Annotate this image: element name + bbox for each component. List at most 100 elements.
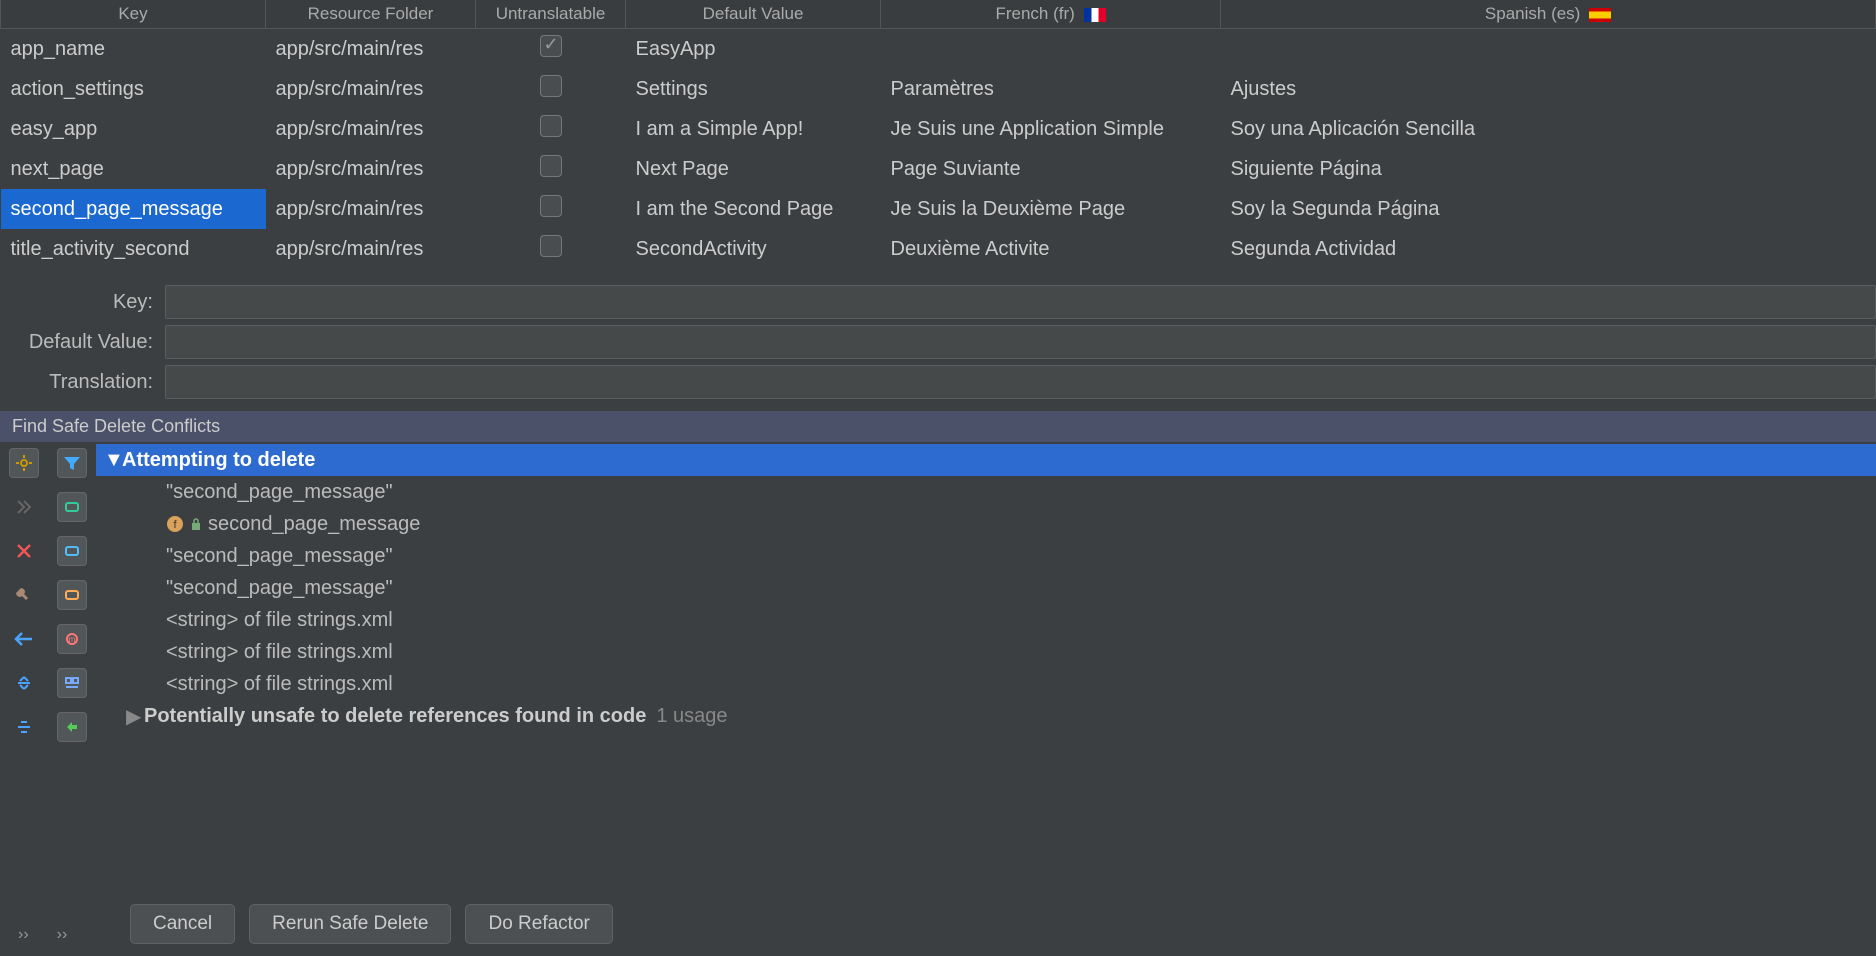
cell-key[interactable]: app_name xyxy=(1,29,266,70)
translation-label: Translation: xyxy=(0,371,165,394)
group-circle-icon[interactable] xyxy=(57,536,87,566)
cell-resource[interactable]: app/src/main/res xyxy=(266,69,476,109)
key-input[interactable] xyxy=(165,285,1876,319)
checkbox-icon[interactable] xyxy=(540,35,562,57)
cell-french[interactable]: Je Suis la Deuxième Page xyxy=(881,189,1221,229)
cell-key[interactable]: action_settings xyxy=(1,69,266,109)
expand-arrow-icon[interactable]: ▼ xyxy=(104,449,122,472)
cell-untranslatable[interactable] xyxy=(476,149,626,189)
cell-key[interactable]: next_page xyxy=(1,149,266,189)
tool-column-2: m xyxy=(48,442,96,894)
tree-item[interactable]: "second_page_message" xyxy=(96,540,1876,572)
group-box-icon[interactable] xyxy=(57,580,87,610)
tree-item[interactable]: "second_page_message" xyxy=(96,476,1876,508)
back-icon[interactable] xyxy=(9,624,39,654)
checkbox-icon[interactable] xyxy=(540,235,562,257)
header-french[interactable]: French (fr) xyxy=(881,0,1221,29)
svg-text:m: m xyxy=(69,635,76,644)
pin-icon[interactable] xyxy=(9,580,39,610)
tree-item[interactable]: <string> of file strings.xml xyxy=(96,604,1876,636)
close-icon[interactable] xyxy=(9,536,39,566)
table-row[interactable]: app_nameapp/src/main/res EasyApp xyxy=(1,29,1876,70)
cell-untranslatable[interactable] xyxy=(476,29,626,70)
cell-key[interactable]: second_page_message xyxy=(1,189,266,229)
settings-icon[interactable] xyxy=(9,448,39,478)
checkbox-icon[interactable] xyxy=(540,195,562,217)
cell-resource[interactable]: app/src/main/res xyxy=(266,229,476,269)
checkbox-icon[interactable] xyxy=(540,75,562,97)
tree-item[interactable]: fsecond_page_message xyxy=(96,508,1876,540)
cell-french[interactable]: Paramètres xyxy=(881,69,1221,109)
cell-resource[interactable]: app/src/main/res xyxy=(266,189,476,229)
tree-item[interactable]: "second_page_message" xyxy=(96,572,1876,604)
cell-key[interactable]: title_activity_second xyxy=(1,229,266,269)
cell-key[interactable]: easy_app xyxy=(1,109,266,149)
align-icon[interactable] xyxy=(57,668,87,698)
filter-icon[interactable] xyxy=(57,448,87,478)
flag-es-icon xyxy=(1589,8,1611,22)
overflow-icon[interactable]: ›› xyxy=(18,926,29,944)
tree-heading-unsafe[interactable]: ▶ Potentially unsafe to delete reference… xyxy=(96,700,1876,732)
cell-spanish[interactable]: Segunda Actividad xyxy=(1221,229,1876,269)
detail-form: Key: Default Value: Translation: xyxy=(0,269,1876,411)
next-occurrence-icon[interactable] xyxy=(9,492,39,522)
divider-icon[interactable] xyxy=(9,712,39,742)
header-resource-folder[interactable]: Resource Folder xyxy=(266,0,476,29)
cell-spanish[interactable]: Siguiente Página xyxy=(1221,149,1876,189)
lock-icon xyxy=(190,517,202,531)
tree-item[interactable]: <string> of file strings.xml xyxy=(96,668,1876,700)
header-default-value[interactable]: Default Value xyxy=(626,0,881,29)
group-square-icon[interactable] xyxy=(57,492,87,522)
cell-french[interactable] xyxy=(881,29,1221,70)
table-row[interactable]: second_page_messageapp/src/main/res I am … xyxy=(1,189,1876,229)
cell-default[interactable]: SecondActivity xyxy=(626,229,881,269)
conflicts-panel-title: Find Safe Delete Conflicts xyxy=(0,411,1876,442)
header-spanish[interactable]: Spanish (es) xyxy=(1221,0,1876,29)
diff-icon[interactable] xyxy=(57,712,87,742)
cell-untranslatable[interactable] xyxy=(476,229,626,269)
table-row[interactable]: action_settingsapp/src/main/res SettingsP… xyxy=(1,69,1876,109)
cell-spanish[interactable] xyxy=(1221,29,1876,70)
cell-untranslatable[interactable] xyxy=(476,189,626,229)
cell-resource[interactable]: app/src/main/res xyxy=(266,29,476,70)
more-tools-overflow[interactable]: ›› ›› xyxy=(18,926,67,944)
translation-input[interactable] xyxy=(165,365,1876,399)
checkbox-icon[interactable] xyxy=(540,115,562,137)
table-header-row: Key Resource Folder Untranslatable Defau… xyxy=(1,0,1876,29)
tree-item[interactable]: <string> of file strings.xml xyxy=(96,636,1876,668)
conflicts-tree[interactable]: ▼ Attempting to delete "second_page_mess… xyxy=(96,442,1876,894)
module-icon[interactable]: m xyxy=(57,624,87,654)
button-bar: Cancel Rerun Safe Delete Do Refactor xyxy=(0,894,1876,956)
header-untranslatable[interactable]: Untranslatable xyxy=(476,0,626,29)
table-row[interactable]: title_activity_secondapp/src/main/res Sec… xyxy=(1,229,1876,269)
cell-french[interactable]: Je Suis une Application Simple xyxy=(881,109,1221,149)
table-row[interactable]: easy_appapp/src/main/res I am a Simple Ap… xyxy=(1,109,1876,149)
cell-default[interactable]: EasyApp xyxy=(626,29,881,70)
tree-heading-attempting[interactable]: ▼ Attempting to delete xyxy=(96,444,1876,476)
cell-untranslatable[interactable] xyxy=(476,109,626,149)
checkbox-icon[interactable] xyxy=(540,155,562,177)
collapse-icon[interactable] xyxy=(9,668,39,698)
flag-fr-icon xyxy=(1084,8,1106,22)
cell-spanish[interactable]: Soy la Segunda Página xyxy=(1221,189,1876,229)
cell-default[interactable]: Next Page xyxy=(626,149,881,189)
overflow-icon[interactable]: ›› xyxy=(57,926,68,944)
cell-spanish[interactable]: Ajustes xyxy=(1221,69,1876,109)
rerun-safe-delete-button[interactable]: Rerun Safe Delete xyxy=(249,904,451,944)
header-key[interactable]: Key xyxy=(1,0,266,29)
cell-french[interactable]: Page Suviante xyxy=(881,149,1221,189)
cell-french[interactable]: Deuxième Activite xyxy=(881,229,1221,269)
cell-default[interactable]: Settings xyxy=(626,69,881,109)
cancel-button[interactable]: Cancel xyxy=(130,904,235,944)
cell-resource[interactable]: app/src/main/res xyxy=(266,149,476,189)
cell-default[interactable]: I am a Simple App! xyxy=(626,109,881,149)
cell-default[interactable]: I am the Second Page xyxy=(626,189,881,229)
default-value-input[interactable] xyxy=(165,325,1876,359)
do-refactor-button[interactable]: Do Refactor xyxy=(465,904,612,944)
cell-untranslatable[interactable] xyxy=(476,69,626,109)
cell-resource[interactable]: app/src/main/res xyxy=(266,109,476,149)
collapse-arrow-icon[interactable]: ▶ xyxy=(126,704,144,729)
tool-column-left xyxy=(0,442,48,894)
cell-spanish[interactable]: Soy una Aplicación Sencilla xyxy=(1221,109,1876,149)
table-row[interactable]: next_pageapp/src/main/res Next PagePage S… xyxy=(1,149,1876,189)
